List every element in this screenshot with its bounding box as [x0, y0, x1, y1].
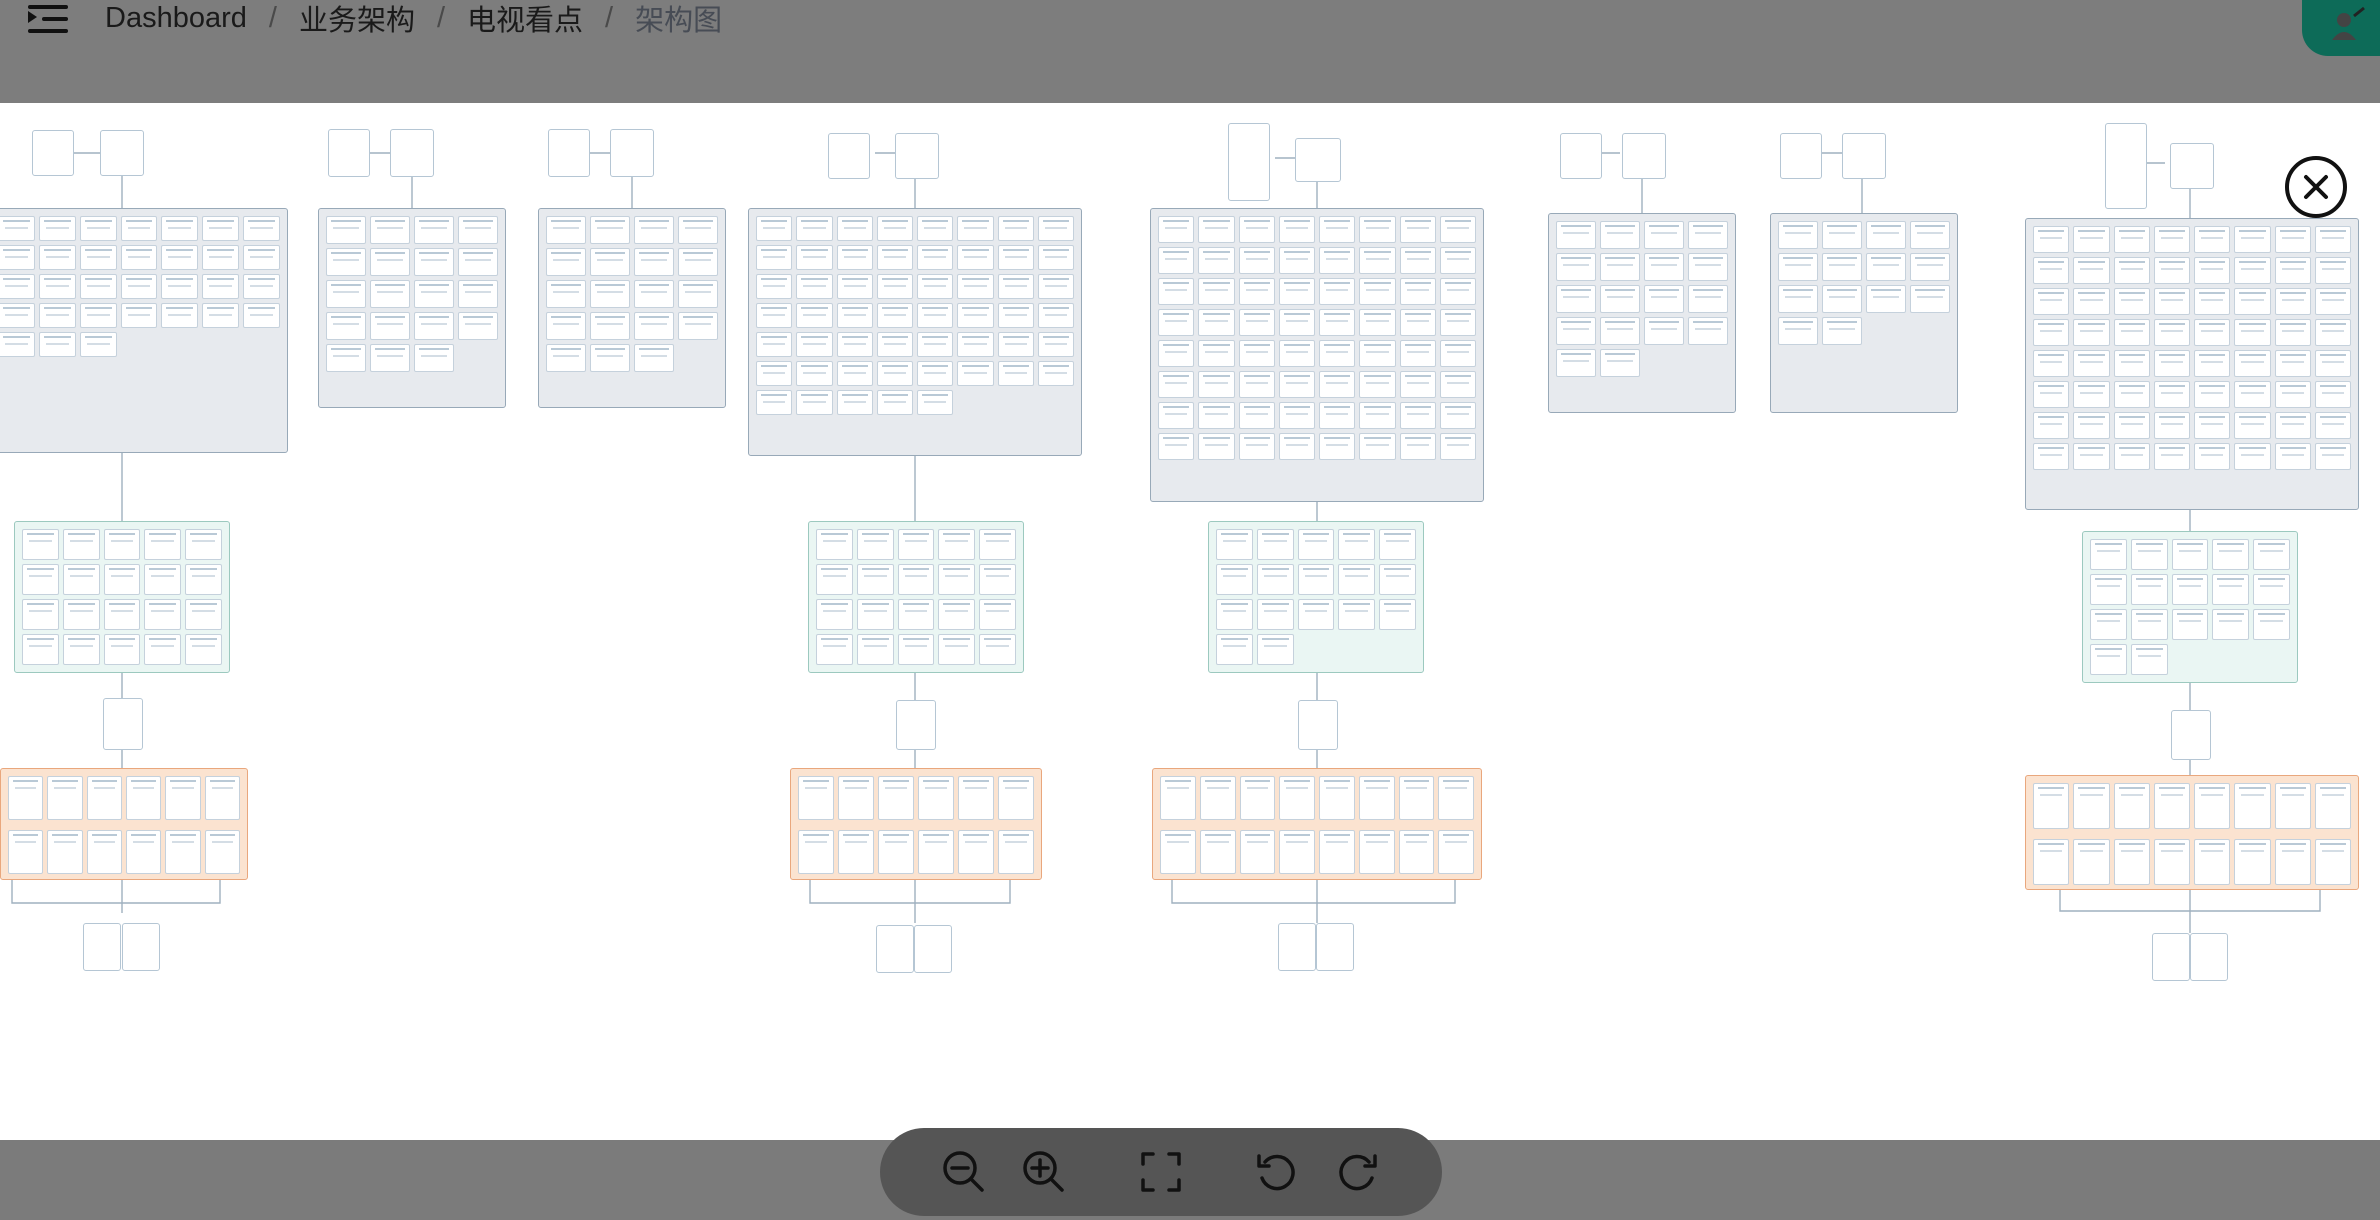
- diagram-group: [0, 768, 248, 880]
- diagram-group: [1150, 208, 1484, 502]
- diagram-group: [538, 208, 726, 408]
- diagram-node: [1316, 923, 1354, 971]
- fit-screen-button[interactable]: [1137, 1148, 1185, 1196]
- diagram-node: [1278, 923, 1316, 971]
- diagram-node: [1560, 133, 1602, 179]
- diagram-node: [2105, 123, 2147, 209]
- rotate-left-button[interactable]: [1253, 1148, 1301, 1196]
- diagram-group: [1770, 213, 1958, 413]
- close-icon: [2304, 175, 2328, 199]
- diagram-node: [828, 133, 870, 179]
- zoom-in-button[interactable]: [1020, 1148, 1068, 1196]
- rotate-right-icon: [1339, 1154, 1377, 1191]
- diagram-node: [390, 129, 434, 177]
- diagram-node: [1842, 133, 1886, 179]
- zoom-out-icon: [943, 1151, 984, 1192]
- diagram-group: [1548, 213, 1736, 413]
- diagram-node: [1295, 138, 1341, 182]
- fit-screen-icon: [1141, 1152, 1181, 1192]
- diagram-node: [328, 129, 370, 177]
- diagram-node: [103, 698, 143, 750]
- menu-toggle-icon[interactable]: [22, 0, 80, 40]
- diagram-group: [14, 521, 230, 673]
- diagram-group: [790, 768, 1042, 880]
- diagram-node: [2190, 933, 2228, 981]
- diagram-node: [914, 925, 952, 973]
- zoom-out-button[interactable]: [940, 1148, 988, 1196]
- diagram-group: [318, 208, 506, 408]
- diagram-group: [0, 208, 288, 453]
- breadcrumb-dashboard[interactable]: Dashboard: [105, 2, 247, 35]
- close-button[interactable]: [2285, 156, 2347, 218]
- top-bar: Dashboard / 业务架构 / 电视看点 / 架构图: [0, 0, 2380, 104]
- diagram-node: [610, 129, 654, 177]
- diagram-node: [1298, 700, 1338, 750]
- diagram-group: [1208, 521, 1424, 673]
- viewer-toolbar: [880, 1128, 1442, 1216]
- diagram-node: [32, 130, 74, 176]
- diagram-node: [1622, 133, 1666, 179]
- breadcrumb-separator: /: [436, 1, 446, 34]
- diagram-group: [2025, 218, 2359, 510]
- breadcrumb-business-architecture[interactable]: 业务架构: [299, 0, 415, 39]
- diagram-node: [2170, 143, 2214, 189]
- diagram-node: [876, 925, 914, 973]
- diagram-node: [896, 700, 936, 750]
- diagram-group: [1152, 768, 1482, 880]
- diagram-node: [2152, 933, 2190, 981]
- diagram-group: [2025, 775, 2359, 890]
- diagram-group: [808, 521, 1024, 673]
- diagram-node: [548, 129, 590, 177]
- diagram-node: [895, 133, 939, 179]
- breadcrumb-tv-highlights[interactable]: 电视看点: [467, 0, 583, 39]
- zoom-in-icon: [1023, 1151, 1064, 1192]
- breadcrumb-separator: /: [268, 1, 277, 34]
- user-badge-icon[interactable]: [2302, 0, 2380, 56]
- breadcrumb-architecture-diagram: 架构图: [635, 5, 723, 37]
- diagram-group: [748, 208, 1082, 456]
- rotate-left-icon: [1257, 1154, 1295, 1191]
- breadcrumb-separator: /: [605, 1, 614, 34]
- diagram-node: [1228, 123, 1270, 201]
- diagram-group: [2082, 531, 2298, 683]
- diagram-node: [100, 130, 144, 176]
- rotate-right-button[interactable]: [1333, 1148, 1381, 1196]
- diagram-node: [83, 923, 121, 971]
- diagram-node: [122, 923, 160, 971]
- diagram-node: [2171, 710, 2211, 760]
- diagram-canvas[interactable]: [0, 103, 2380, 1140]
- diagram-node: [1780, 133, 1822, 179]
- breadcrumb: Dashboard / 业务架构 / 电视看点 / 架构图: [105, 0, 722, 40]
